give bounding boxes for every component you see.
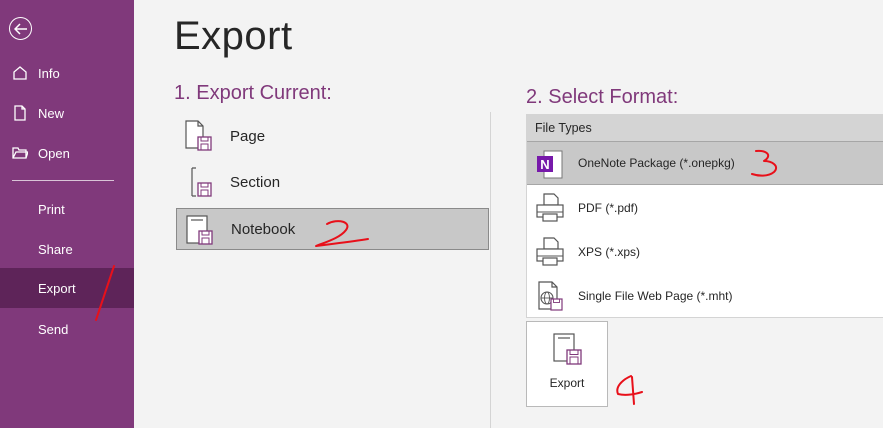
format-label: OneNote Package (*.onepkg) xyxy=(578,156,735,170)
export-button-label: Export xyxy=(549,376,585,390)
notebook-save-icon xyxy=(185,214,215,246)
export-option-page[interactable]: Page xyxy=(176,115,489,157)
export-option-section[interactable]: Section xyxy=(176,161,489,203)
onenote-icon: N xyxy=(535,148,567,180)
sidebar-divider xyxy=(12,180,114,181)
open-folder-icon xyxy=(12,145,29,161)
export-current-heading: 1. Export Current: xyxy=(174,82,332,104)
sidebar-item-label: Send xyxy=(38,321,69,337)
export-button[interactable]: Export xyxy=(526,321,608,407)
sidebar-item-new[interactable]: New xyxy=(0,93,134,133)
select-format-heading: 2. Select Format: xyxy=(526,86,679,108)
sidebar-item-print[interactable]: Print xyxy=(0,189,134,229)
web-page-icon xyxy=(535,280,567,312)
sidebar-item-label: Share xyxy=(38,241,73,257)
page-title: Export xyxy=(174,14,293,58)
format-label: XPS (*.xps) xyxy=(578,245,641,259)
file-types-header: File Types xyxy=(527,114,883,141)
export-option-label: Notebook xyxy=(231,220,296,238)
sidebar-item-label: Info xyxy=(38,65,60,81)
printer-icon xyxy=(535,236,567,268)
sidebar-item-label: Export xyxy=(38,280,76,296)
section-save-icon xyxy=(184,166,214,198)
format-label: Single File Web Page (*.mht) xyxy=(578,289,733,303)
page-save-icon xyxy=(184,120,214,152)
sidebar-item-export[interactable]: Export xyxy=(0,268,134,308)
column-divider xyxy=(490,112,491,428)
printer-icon xyxy=(535,192,567,224)
sidebar-item-label: Print xyxy=(38,201,65,217)
sidebar-item-label: New xyxy=(38,105,65,121)
sidebar-item-label: Open xyxy=(38,145,70,161)
format-onenote-package[interactable]: N OneNote Package (*.onepkg) xyxy=(527,141,883,185)
export-option-notebook[interactable]: Notebook xyxy=(176,208,489,250)
format-xps[interactable]: XPS (*.xps) xyxy=(527,230,883,274)
new-icon xyxy=(12,105,28,121)
sidebar-item-share[interactable]: Share xyxy=(0,229,134,269)
sidebar-item-open[interactable]: Open xyxy=(0,133,134,173)
annotation-4 xyxy=(616,375,643,405)
format-mht[interactable]: Single File Web Page (*.mht) xyxy=(527,274,883,318)
sidebar-item-info[interactable]: Info xyxy=(0,53,134,93)
info-icon xyxy=(12,65,28,81)
format-label: PDF (*.pdf) xyxy=(578,201,639,215)
file-types-list: File Types N OneNote Package (*.onepkg) … xyxy=(526,114,883,318)
backstage-sidebar: Info New Open Print Share Export Send xyxy=(0,0,134,428)
export-save-icon xyxy=(552,332,584,366)
back-arrow-icon[interactable] xyxy=(9,17,32,40)
svg-text:N: N xyxy=(540,157,549,172)
sidebar-item-send[interactable]: Send xyxy=(0,309,134,349)
format-pdf[interactable]: PDF (*.pdf) xyxy=(527,186,883,230)
export-option-label: Section xyxy=(230,173,281,191)
export-option-label: Page xyxy=(230,127,266,145)
